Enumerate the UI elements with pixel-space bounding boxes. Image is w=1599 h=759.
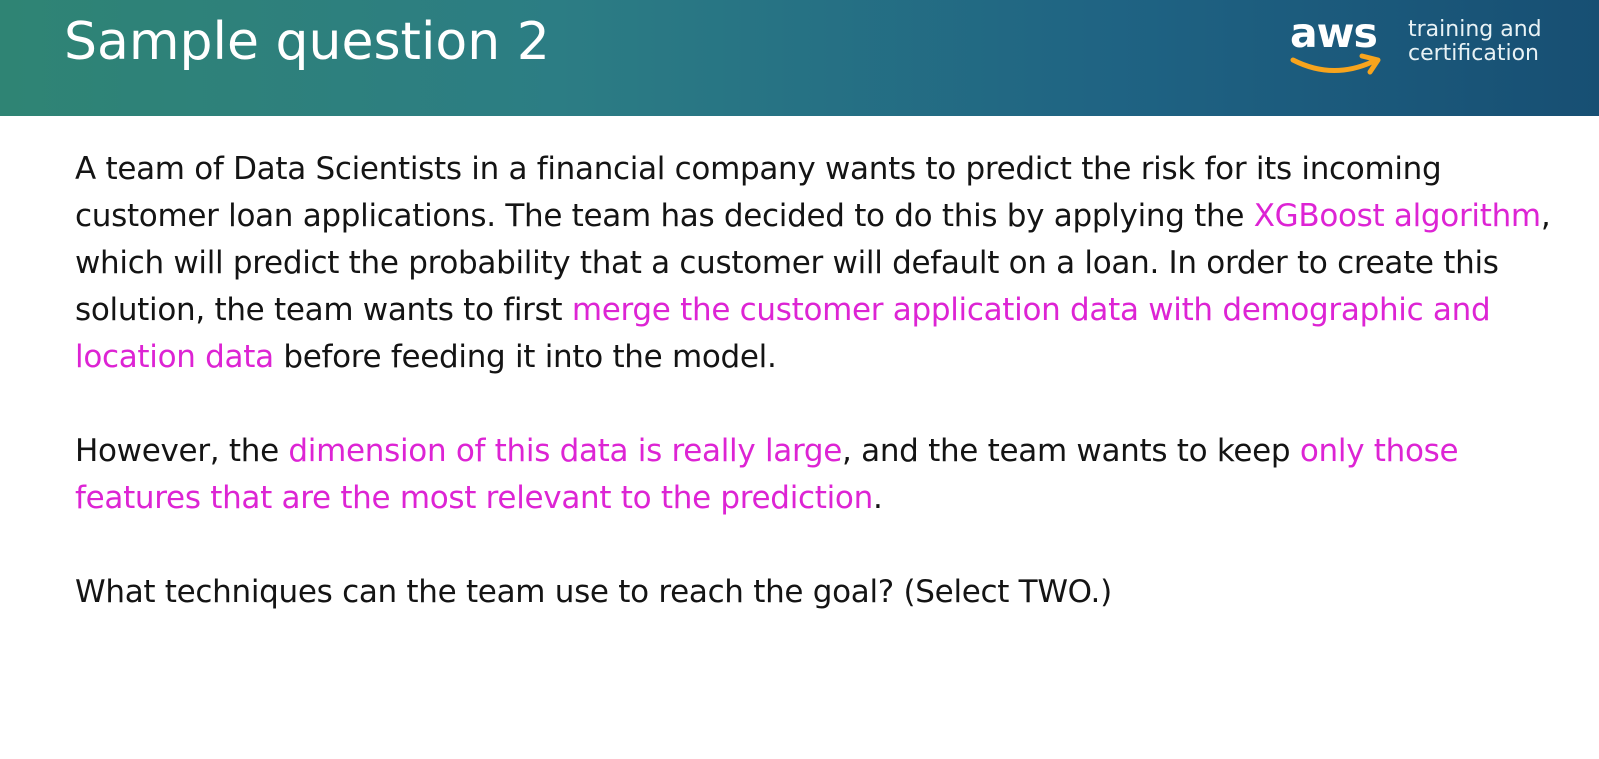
p1-highlight-1: XGBoost algorithm — [1253, 198, 1541, 234]
p2-highlight-1: dimension of this data is really large — [288, 433, 843, 469]
aws-tagline-line1: training and — [1408, 17, 1542, 42]
aws-training-logo: aws training and certification — [1290, 8, 1580, 88]
question-paragraph-1: A team of Data Scientists in a financial… — [75, 146, 1555, 381]
question-paragraph-2: However, the dimension of this data is r… — [75, 428, 1555, 522]
p1-text-3: before feeding it into the model. — [273, 339, 777, 375]
p2-text-3: . — [872, 480, 883, 516]
p2-text-2: , and the team wants to keep — [842, 433, 1300, 469]
aws-tagline-line2: certification — [1408, 41, 1539, 66]
aws-logo-text: aws — [1290, 9, 1378, 57]
p1-text-1: A team of Data Scientists in a financial… — [75, 151, 1442, 234]
p2-text-1: However, the — [75, 433, 289, 469]
question-body: A team of Data Scientists in a financial… — [75, 146, 1555, 663]
slide-title: Sample question 2 — [64, 12, 550, 72]
slide-header: Sample question 2 aws training and certi… — [0, 0, 1599, 116]
question-prompt: What techniques can the team use to reac… — [75, 569, 1555, 616]
aws-smile-icon — [1290, 53, 1381, 75]
p3-text-1: What techniques can the team use to reac… — [75, 574, 1112, 610]
aws-tagline: training and certification — [1408, 18, 1542, 66]
